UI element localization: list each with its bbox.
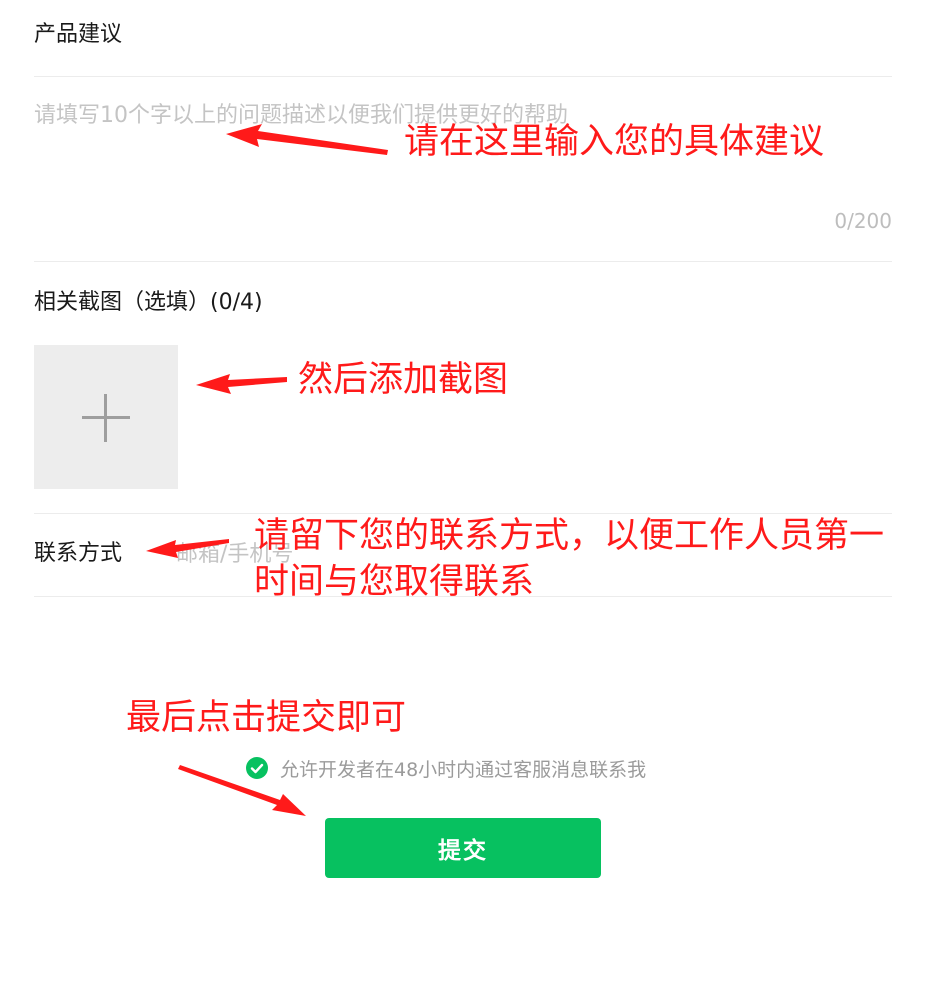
arrow-icon xyxy=(146,539,229,558)
arrow-icon xyxy=(196,374,287,394)
arrow-icon xyxy=(178,765,306,816)
feedback-page: 产品建议 0/200 相关截图（选填）(0/4) 联系方式 允许开发者在48小时… xyxy=(0,0,937,991)
annotation-arrows xyxy=(146,124,388,816)
arrow-icon xyxy=(226,124,388,155)
